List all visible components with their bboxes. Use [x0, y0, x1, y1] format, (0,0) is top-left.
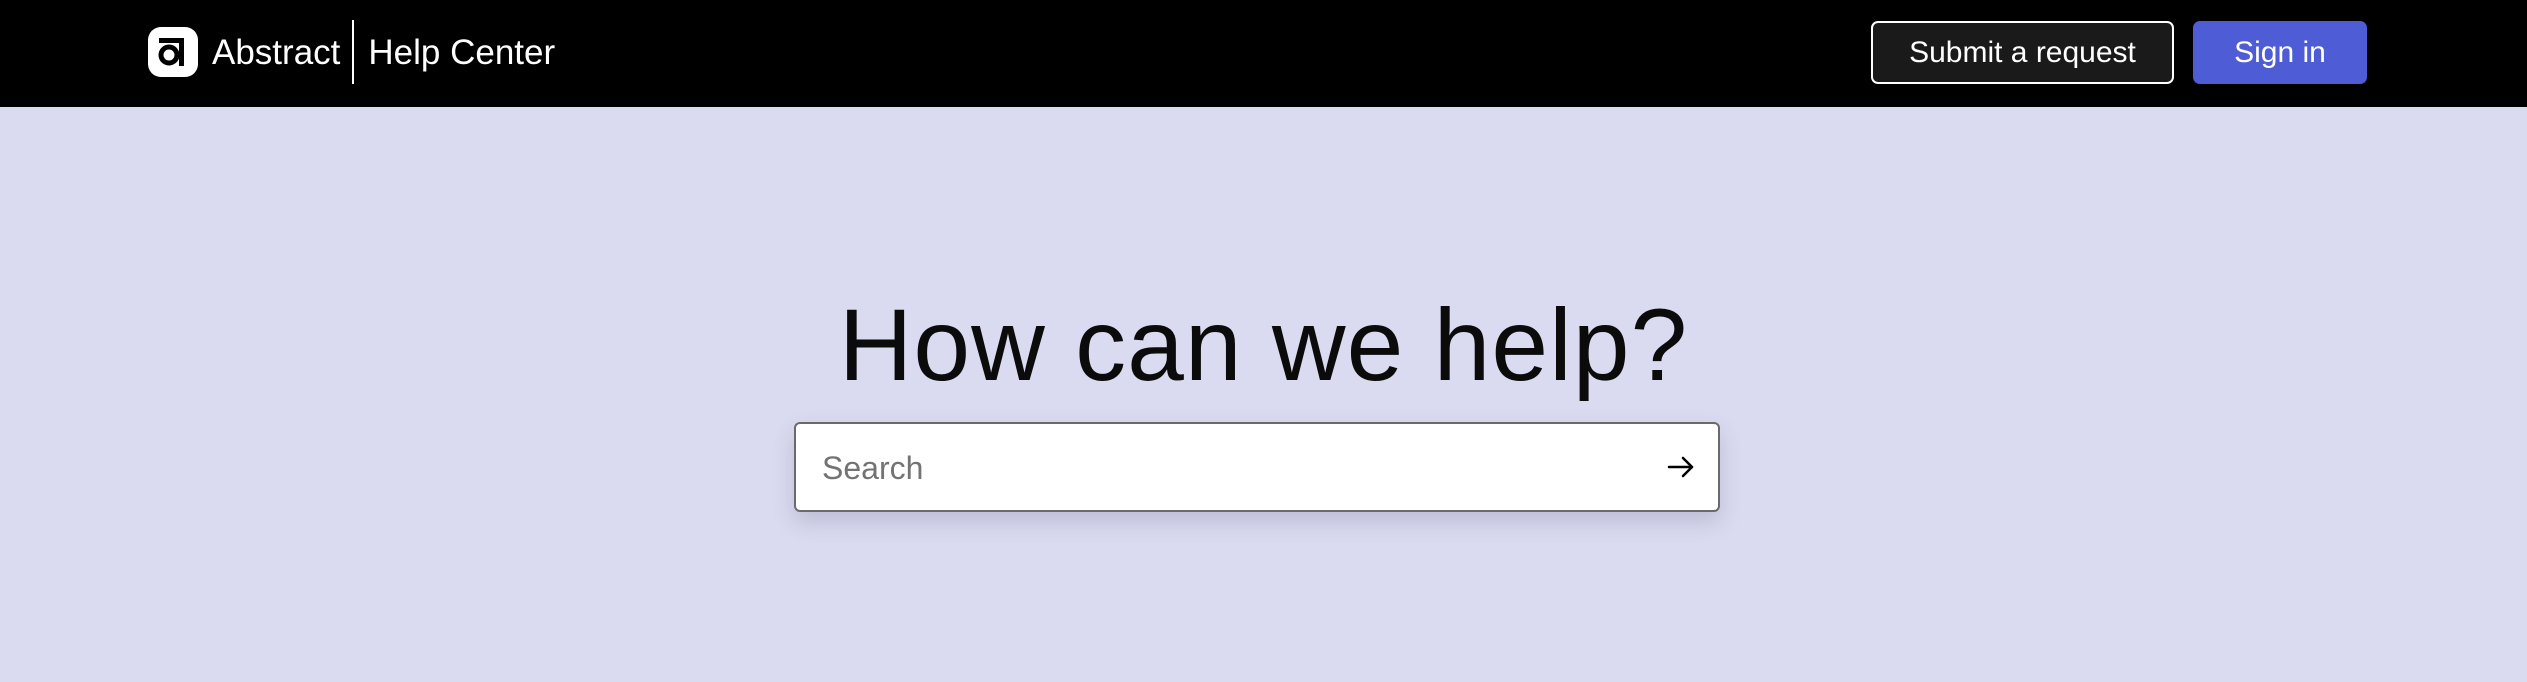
help-center-link[interactable]: Help Center — [368, 35, 555, 70]
brand-name[interactable]: Abstract — [212, 35, 340, 70]
page-title: How can we help? — [838, 288, 1689, 402]
sign-in-button[interactable]: Sign in — [2193, 21, 2367, 84]
search-submit-button[interactable] — [1658, 444, 1704, 490]
site-header: Abstract Help Center Submit a request Si… — [0, 0, 2527, 107]
search-box — [794, 422, 1720, 512]
arrow-right-icon — [1667, 456, 1694, 478]
brand[interactable]: Abstract Help Center — [148, 20, 555, 84]
abstract-logo-icon[interactable] — [148, 27, 198, 77]
submit-request-button[interactable]: Submit a request — [1871, 21, 2174, 84]
brand-divider — [352, 20, 355, 84]
search-input[interactable] — [820, 424, 1624, 512]
